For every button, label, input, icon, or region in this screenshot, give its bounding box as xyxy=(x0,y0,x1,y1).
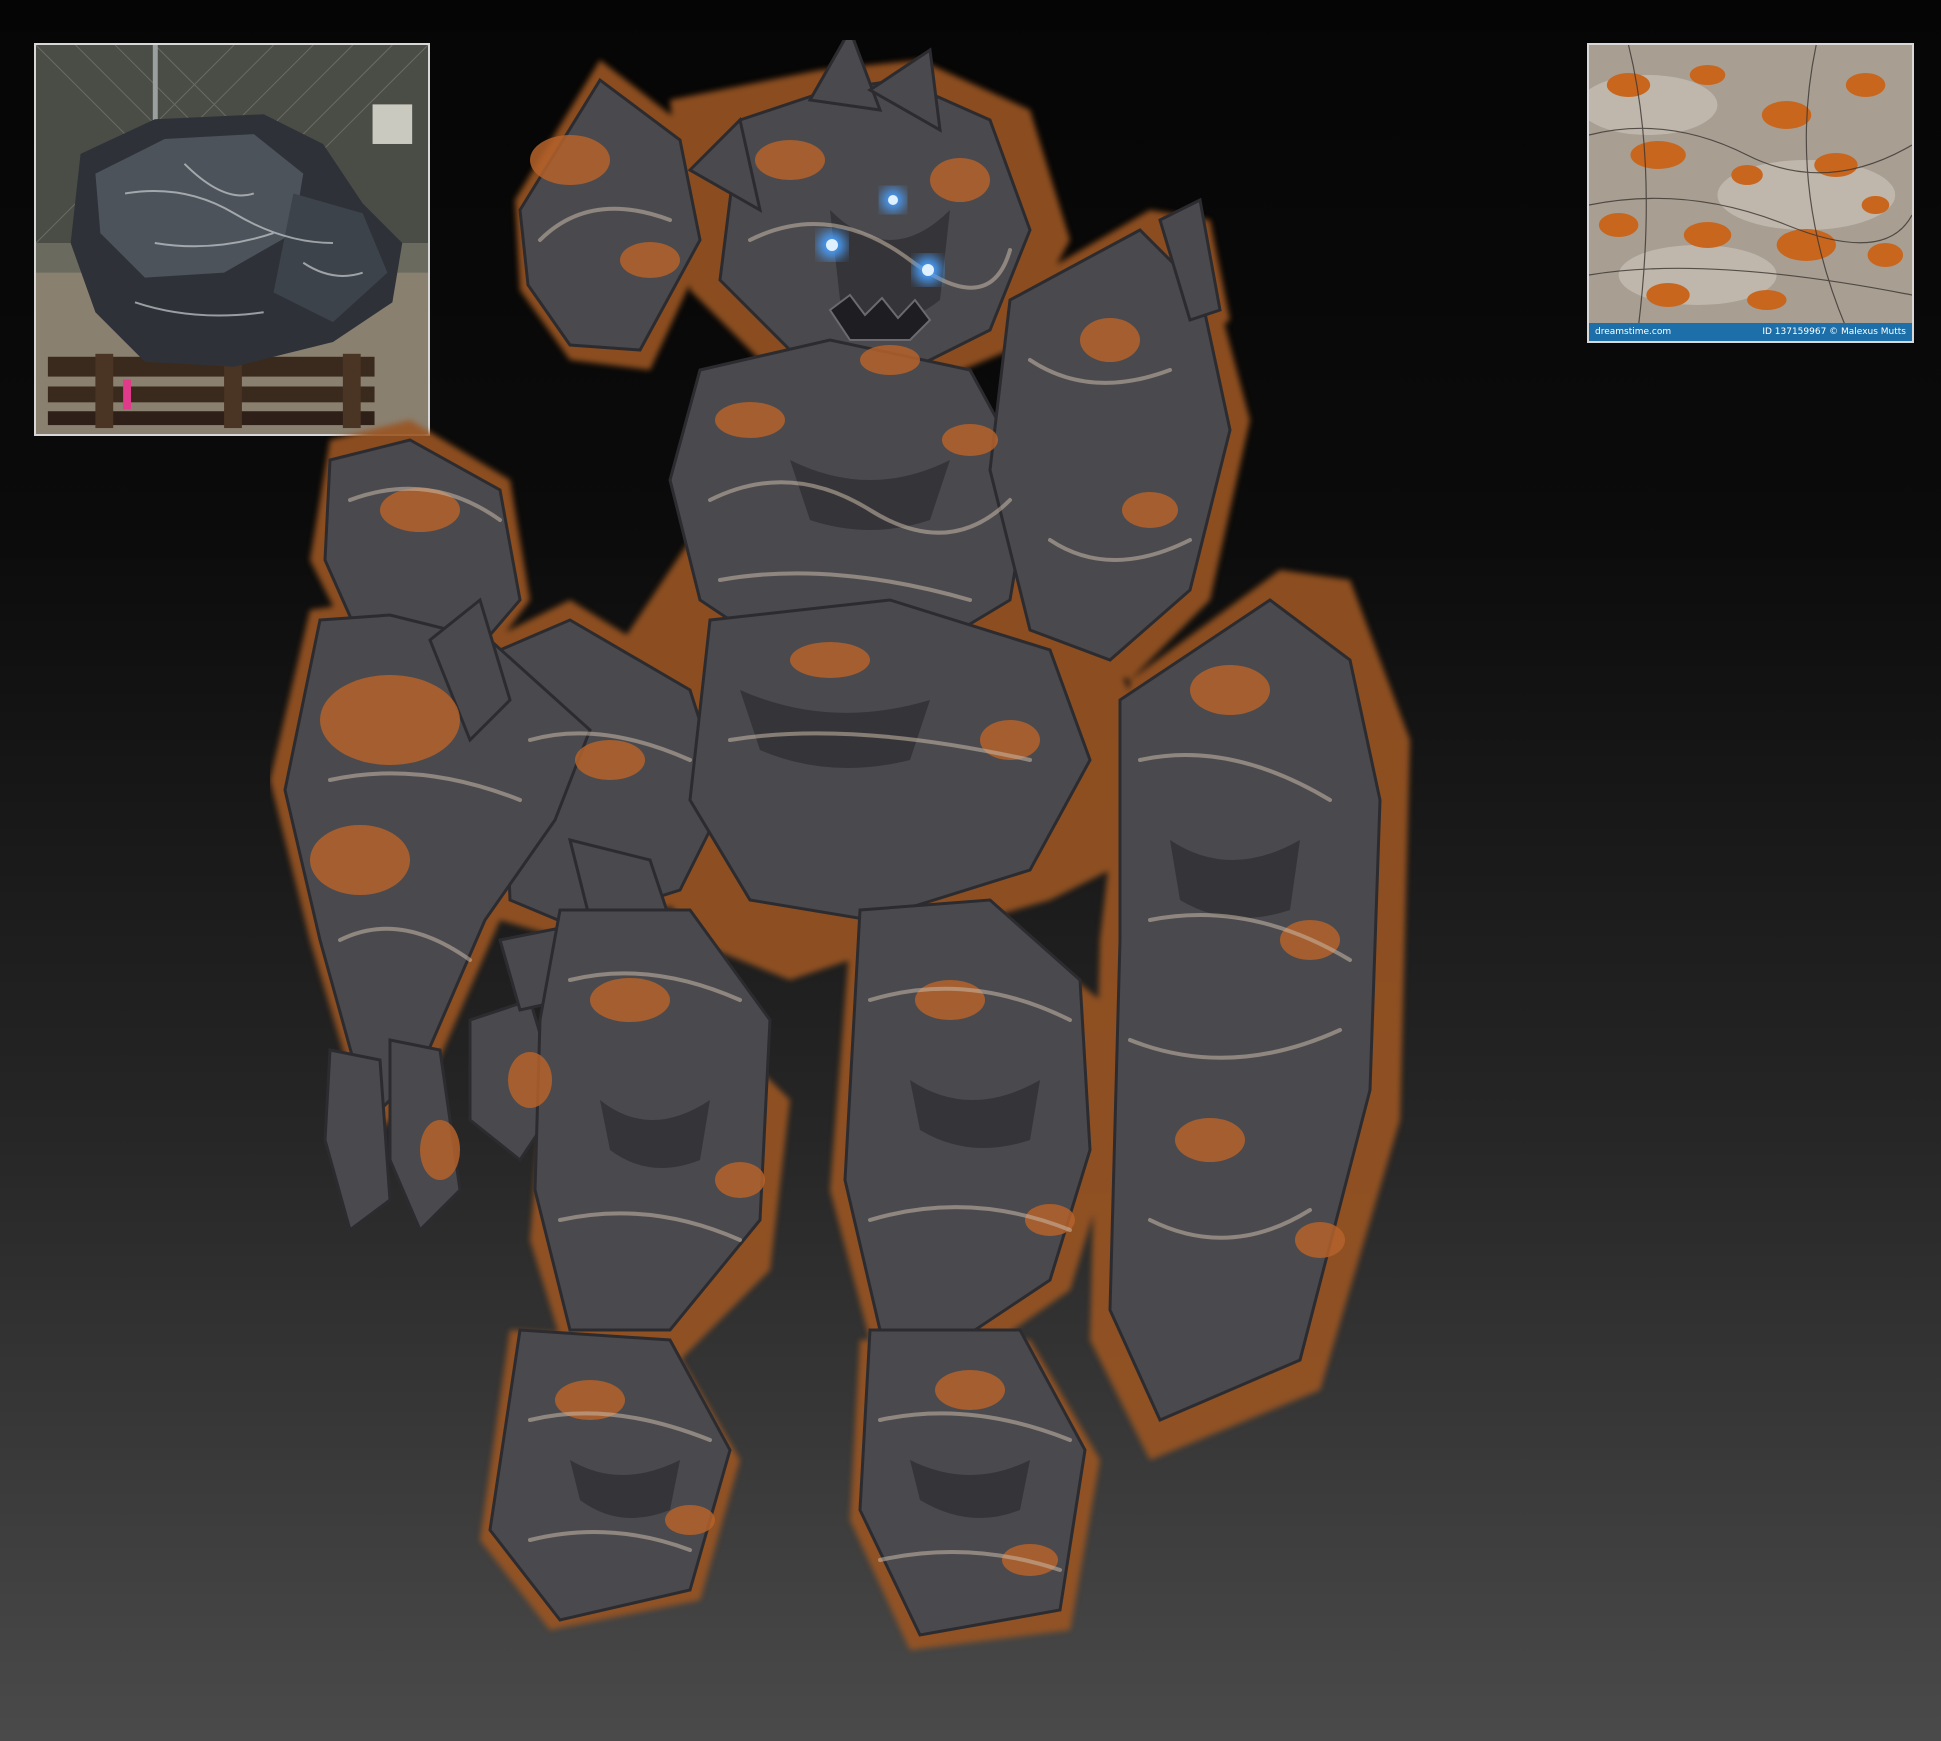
stock-credit-label: ID 137159967 © Malexus Mutts xyxy=(1762,327,1906,337)
rock-golem-sculpt xyxy=(270,40,1770,1710)
rock-golem-illustration xyxy=(270,40,1410,1650)
